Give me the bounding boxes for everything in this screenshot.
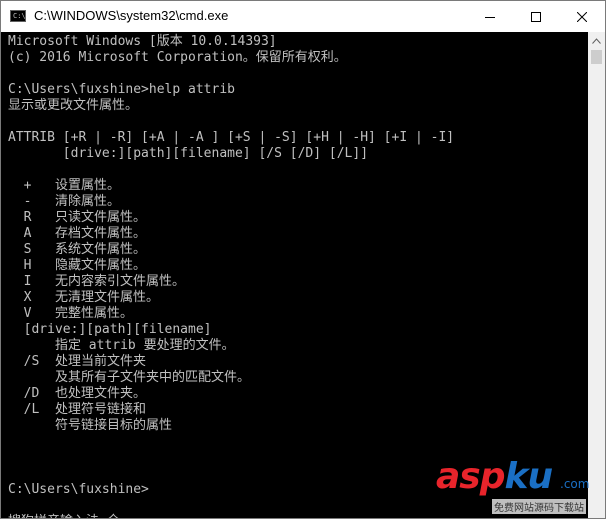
console-line: 指定 attrib 要处理的文件。 <box>8 338 235 353</box>
console-line: 搜狗拼音输入法 全 : <box>8 514 135 518</box>
console-line: C:\Users\fuxshine> <box>8 482 149 497</box>
console-line: 符号链接目标的属性 <box>8 418 172 433</box>
watermark-ku: ku <box>504 456 554 497</box>
console-line: /D 也处理文件夹。 <box>8 386 146 401</box>
console-line: H 隐藏文件属性。 <box>8 258 146 273</box>
console-line: + 设置属性。 <box>8 178 120 193</box>
maximize-button[interactable] <box>513 1 559 32</box>
console-line: /S 处理当前文件夹 <box>8 354 146 369</box>
console-line: 及其所有子文件夹中的匹配文件。 <box>8 370 250 385</box>
console-line: ATTRIB [+R | -R] [+A | -A ] [+S | -S] [+… <box>8 130 455 145</box>
console-line: I 无内容索引文件属性。 <box>8 274 185 289</box>
minimize-button[interactable] <box>467 1 513 32</box>
scroll-up-button[interactable] <box>588 32 605 49</box>
console-line: S 系统文件属性。 <box>8 242 146 257</box>
watermark-brand: aspku <box>436 456 554 497</box>
console-line: (c) 2016 Microsoft Corporation。保留所有权利。 <box>8 50 347 65</box>
close-button[interactable] <box>559 1 605 32</box>
console-line: [drive:][path][filename] [/S [/D] [/L]] <box>8 146 369 161</box>
scroll-thumb[interactable] <box>591 50 602 64</box>
console-output[interactable]: Microsoft Windows [版本 10.0.14393] (c) 201… <box>1 32 588 518</box>
console-line: /L 处理符号链接和 <box>8 402 146 417</box>
cmd-icon-glyph: C:\ <box>13 12 26 20</box>
console-line: R 只读文件属性。 <box>8 210 146 225</box>
watermark-asp: asp <box>436 456 505 497</box>
watermark-domain: .com <box>560 477 590 491</box>
cmd-icon[interactable]: C:\ <box>10 10 26 22</box>
scroll-up-arrow-icon <box>592 37 601 44</box>
maximize-icon <box>531 11 541 22</box>
minimize-icon <box>485 16 495 18</box>
console-line: [drive:][path][filename] <box>8 322 212 337</box>
watermark-slogan: 免费网站源码下载站 <box>492 499 586 514</box>
console-line: V 完整性属性。 <box>8 306 133 321</box>
console-line: A 存档文件属性。 <box>8 226 146 241</box>
console-line: 显示或更改文件属性。 <box>8 98 139 113</box>
close-icon <box>577 11 587 22</box>
window-title: C:\WINDOWS\system32\cmd.exe <box>34 8 229 23</box>
title-bar[interactable]: C:\ C:\WINDOWS\system32\cmd.exe <box>1 1 605 32</box>
console-line: Microsoft Windows [版本 10.0.14393] <box>8 34 277 49</box>
console-line: X 无清理文件属性。 <box>8 290 159 305</box>
vertical-scrollbar[interactable] <box>588 32 605 518</box>
console-line: C:\Users\fuxshine>help attrib <box>8 82 235 97</box>
cmd-window: C:\ C:\WINDOWS\system32\cmd.exe Microsof… <box>0 0 606 519</box>
watermark-logo: aspku .com 免费网站源码下载站 <box>432 455 604 517</box>
console-line: - 清除属性。 <box>8 194 120 209</box>
